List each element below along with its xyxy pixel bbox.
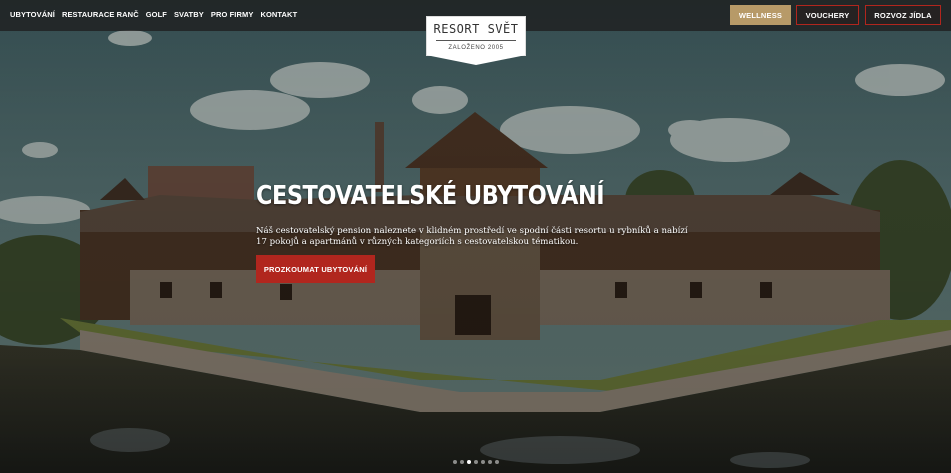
site-logo[interactable]: RESORT SVĚT ZALOŽENO 2005 (426, 16, 526, 66)
logo-subtitle: ZALOŽENO 2005 (448, 45, 504, 51)
slider-dot[interactable] (474, 460, 478, 464)
logo-badge-tip (426, 55, 526, 65)
nav-item-pro-firmy[interactable]: PRO FIRMY (211, 10, 254, 19)
main-nav: UBYTOVÁNÍ RESTAURACE RANČ GOLF SVATBY PR… (10, 10, 297, 19)
vouchery-button[interactable]: VOUCHERY (796, 5, 859, 25)
slider-dots (453, 460, 499, 464)
logo-title: RESORT SVĚT (433, 22, 519, 36)
logo-divider (436, 40, 516, 41)
nav-item-golf[interactable]: GOLF (146, 10, 167, 19)
nav-item-kontakt[interactable]: KONTAKT (260, 10, 297, 19)
nav-item-ubytovani[interactable]: UBYTOVÁNÍ (10, 10, 55, 19)
nav-item-restaurace[interactable]: RESTAURACE RANČ (62, 10, 139, 19)
explore-accommodation-button[interactable]: PROZKOUMAT UBYTOVÁNÍ (256, 255, 375, 283)
nav-item-svatby[interactable]: SVATBY (174, 10, 204, 19)
wellness-button[interactable]: WELLNESS (730, 5, 791, 25)
slider-dot[interactable] (495, 460, 499, 464)
hero-description: Náš cestovatelský pension naleznete v kl… (256, 226, 688, 247)
slider-dot[interactable] (481, 460, 485, 464)
slider-dot[interactable] (453, 460, 457, 464)
rozvoz-jidla-button[interactable]: ROZVOZ JÍDLA (865, 5, 941, 25)
slider-dot[interactable] (467, 460, 471, 464)
hero-headline: CESTOVATELSKÉ UBYTOVÁNÍ (256, 181, 605, 211)
slider-dot[interactable] (460, 460, 464, 464)
slider-dot[interactable] (488, 460, 492, 464)
